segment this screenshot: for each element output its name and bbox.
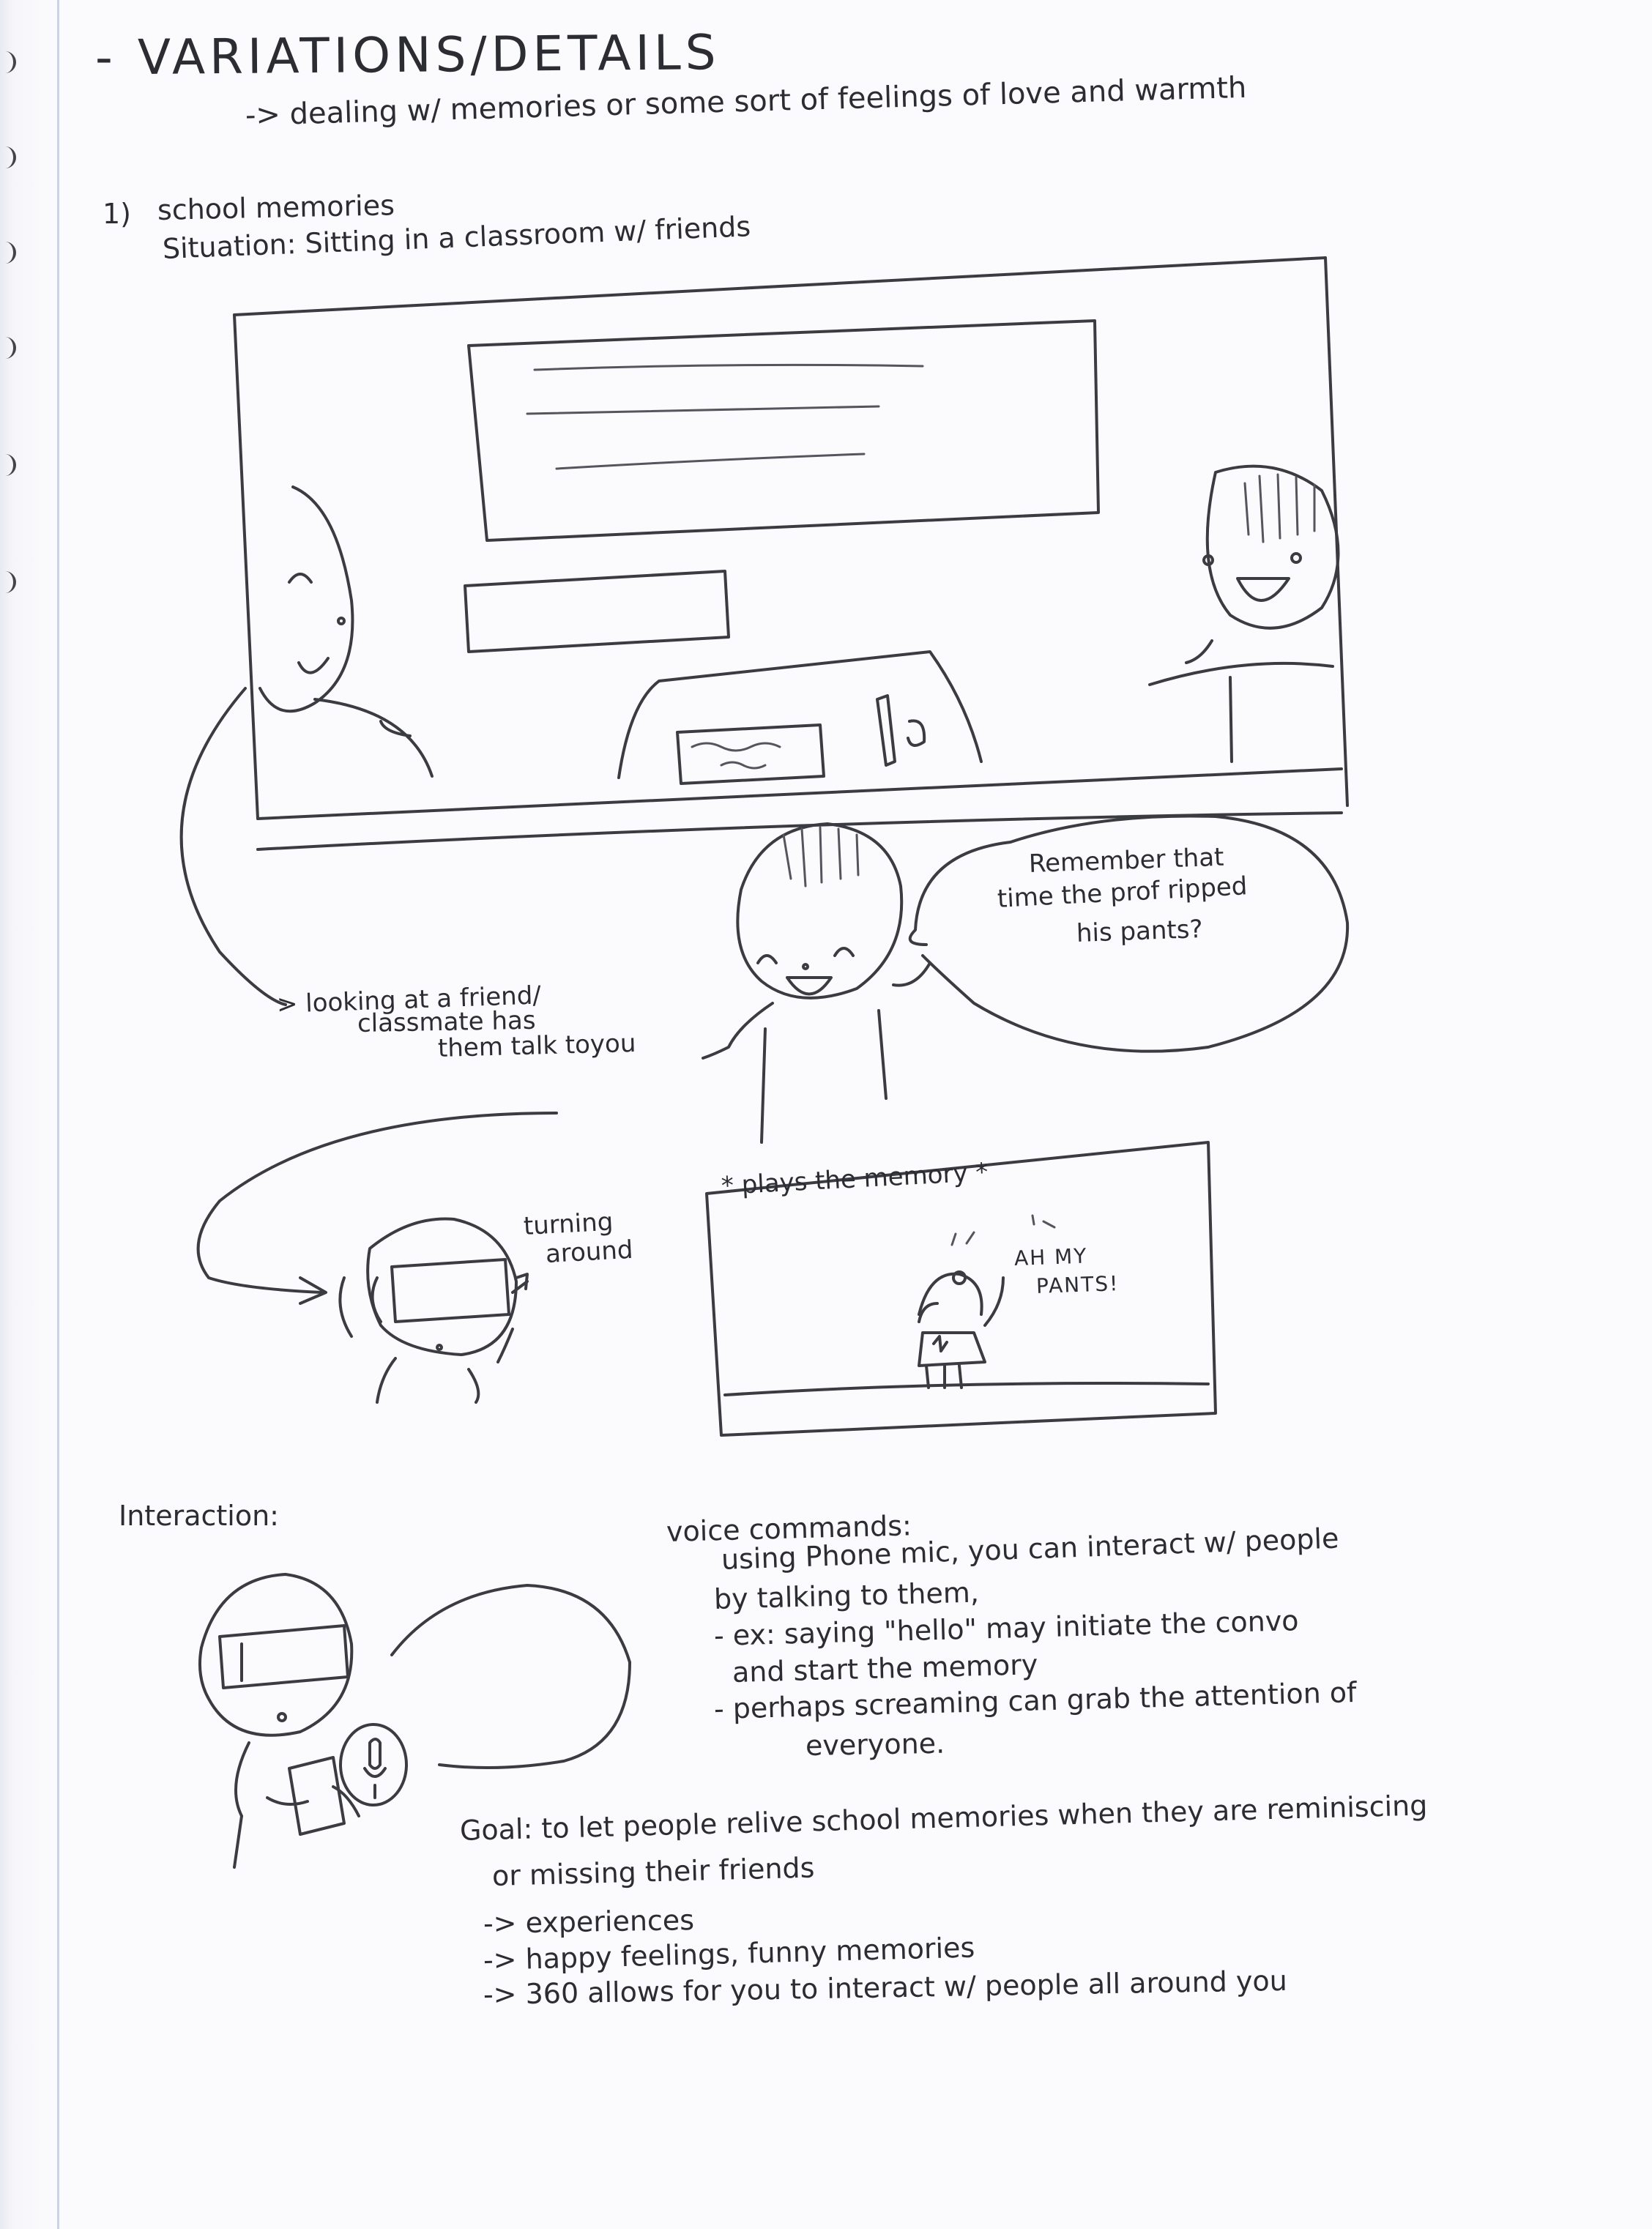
memory-shout-line1: AH MY bbox=[1013, 1243, 1088, 1270]
goal-line-3: -> experiences bbox=[483, 1903, 695, 1940]
looking-arrow bbox=[179, 687, 287, 1006]
turning-note-line2: around bbox=[544, 1235, 634, 1269]
notebook-page: - VARIATIONS/DETAILS -> dealing w/ memor… bbox=[0, 0, 1652, 2229]
interaction-label: Interaction: bbox=[119, 1500, 279, 1532]
friend-figure bbox=[702, 814, 1350, 1144]
turning-curve bbox=[196, 1112, 558, 1294]
voice-line-6: everyone. bbox=[805, 1727, 945, 1762]
storyboard-sketches bbox=[179, 256, 1350, 1869]
speech-line3: his pants? bbox=[1076, 914, 1204, 948]
vr-user-figure bbox=[338, 1217, 529, 1404]
looking-note-line3: them talk toyou bbox=[437, 1028, 636, 1063]
memory-shout-line2: PANTS! bbox=[1035, 1271, 1120, 1298]
classroom-panel bbox=[233, 256, 1349, 851]
